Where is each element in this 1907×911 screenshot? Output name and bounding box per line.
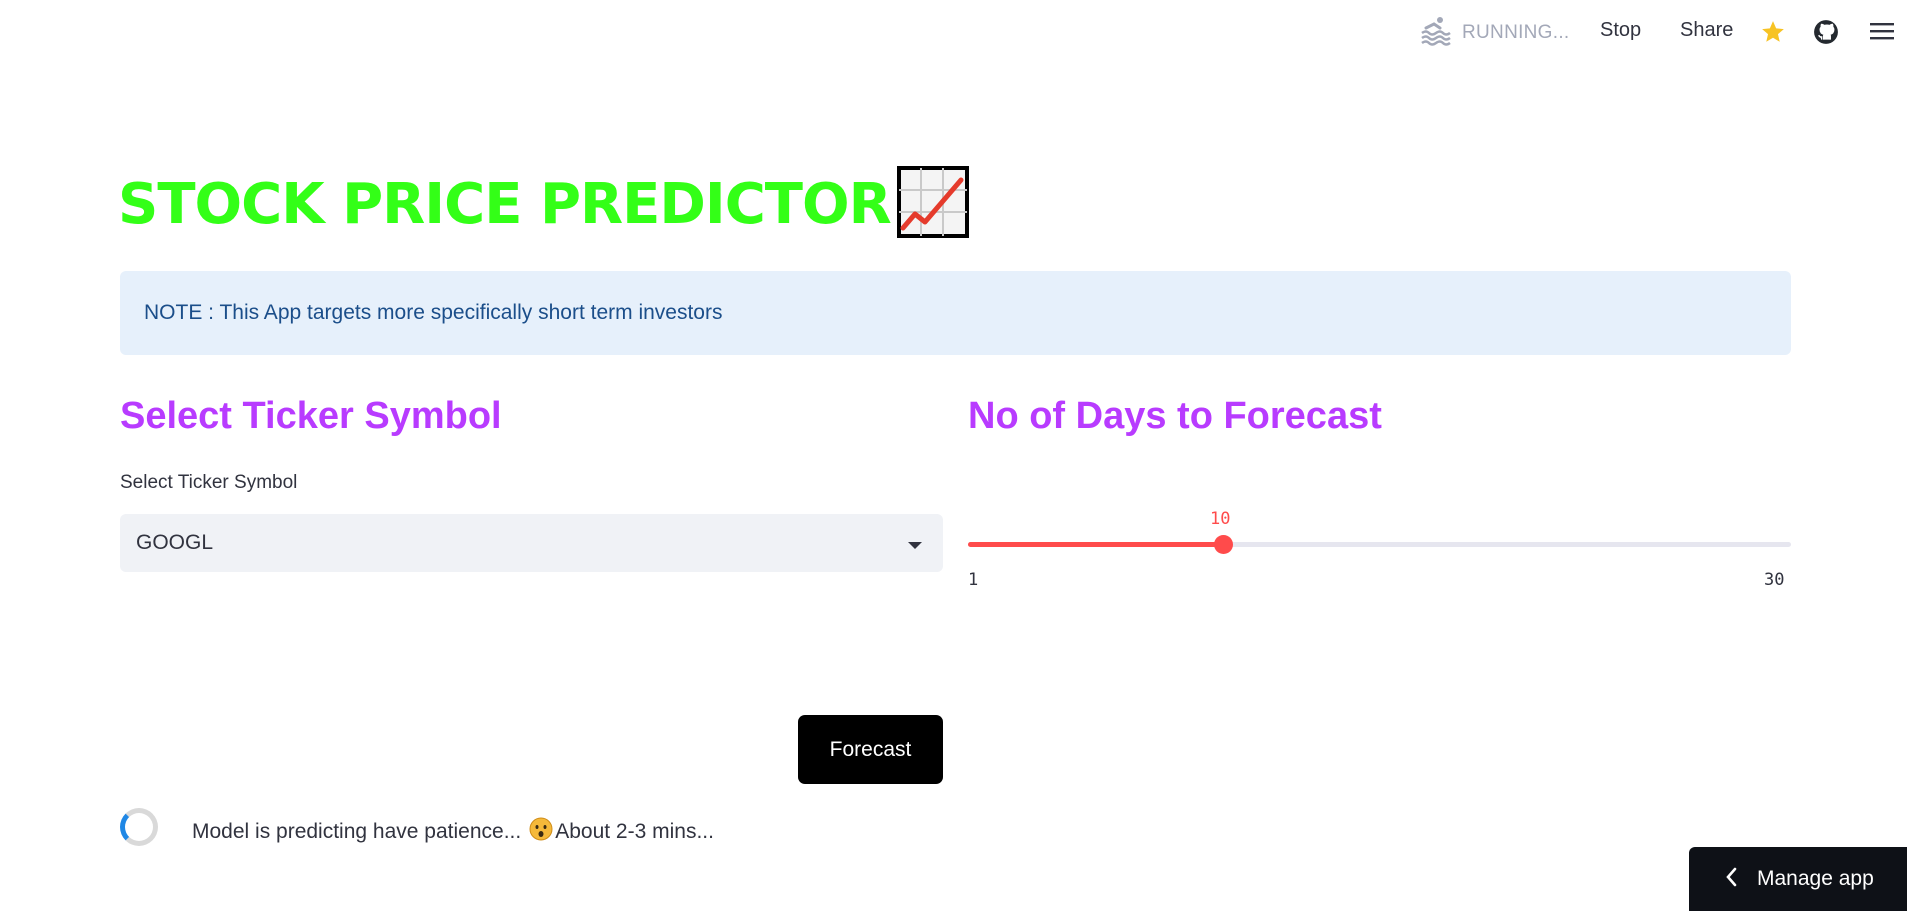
running-status: RUNNING... [1420,14,1570,51]
chart-increasing-icon [896,166,969,243]
ticker-select-label: Select Ticker Symbol [120,472,298,493]
page-title: STOCK PRICE PREDICTOR [118,171,892,237]
app-header: RUNNING... Stop Share [0,0,1907,64]
slider-thumb[interactable] [1214,535,1234,554]
hamburger-menu-icon[interactable] [1870,21,1894,46]
chevron-left-icon [1725,867,1737,892]
slider-min-label: 1 [968,570,979,590]
ticker-select-value: GOOGL [136,531,214,554]
stop-button[interactable]: Stop [1600,19,1641,42]
status-suffix-text: About 2-3 mins... [555,820,714,843]
info-note-text: NOTE : This App targets more specificall… [144,301,723,324]
status-message: Model is predicting have patience... Abo… [192,817,714,847]
slider-fill [968,542,1224,547]
slider-current-value: 10 [1210,509,1231,529]
info-note: NOTE : This App targets more specificall… [120,271,1791,355]
share-button[interactable]: Share [1680,19,1733,42]
github-icon[interactable] [1813,19,1839,50]
manage-app-label: Manage app [1757,867,1874,890]
ticker-select[interactable]: GOOGL [120,514,943,572]
days-slider[interactable] [968,535,1791,554]
chevron-down-icon [907,538,923,556]
hushed-face-icon [529,817,553,847]
forecast-button[interactable]: Forecast [798,715,943,784]
star-icon[interactable] [1760,19,1786,50]
ticker-heading: Select Ticker Symbol [120,395,502,437]
page-title-row: STOCK PRICE PREDICTOR [118,166,969,243]
days-heading: No of Days to Forecast [968,395,1382,437]
swimmer-icon [1420,14,1452,51]
loading-spinner [120,808,158,846]
manage-app-button[interactable]: Manage app [1689,847,1907,911]
slider-max-label: 30 [1764,570,1785,590]
status-message-text: Model is predicting have patience... [192,820,522,843]
status-text: RUNNING... [1462,21,1570,43]
